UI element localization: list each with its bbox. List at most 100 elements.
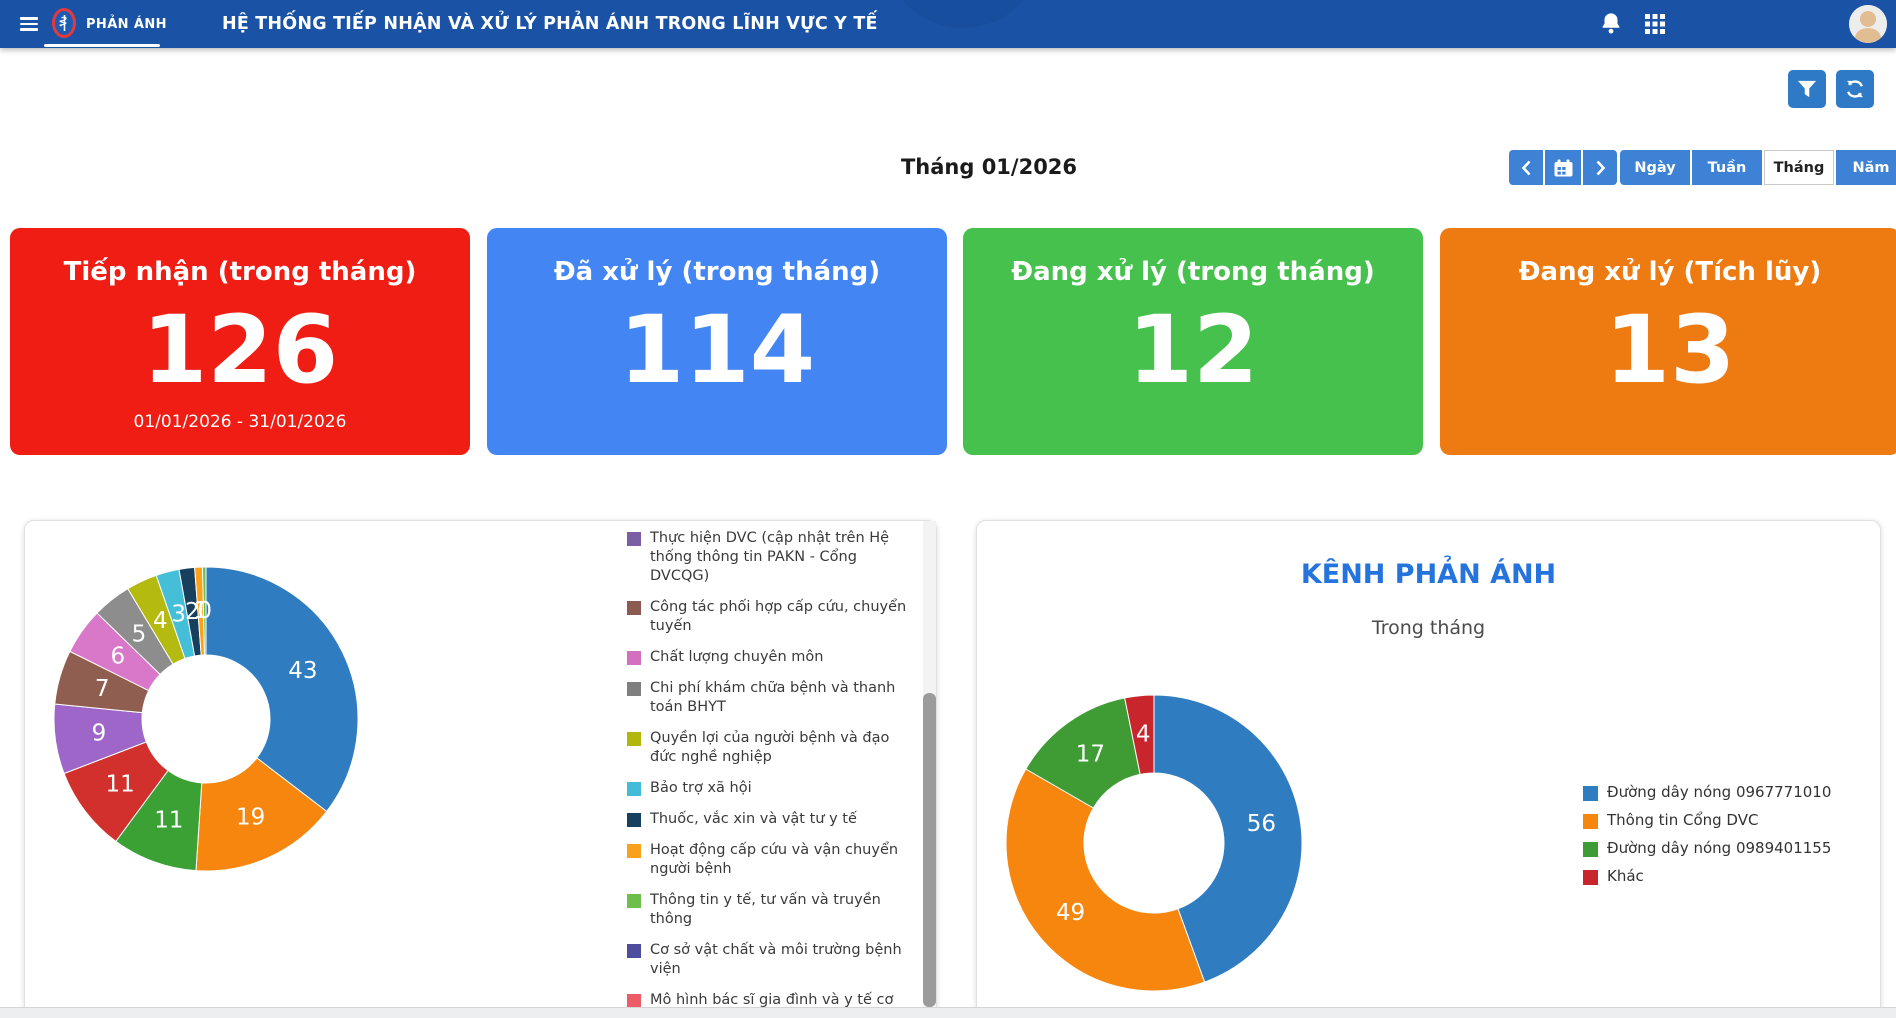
legend-item[interactable]: Đường dây nóng 0989401155 [1583, 839, 1873, 857]
legend-swatch [627, 682, 641, 696]
refresh-button[interactable] [1836, 70, 1874, 108]
slice-label: 49 [1056, 900, 1085, 926]
calendar-button[interactable] [1545, 150, 1581, 185]
stat-card-processing: Đang xử lý (trong tháng) 12 [963, 228, 1423, 455]
navbar-decor-circle [883, 0, 1043, 28]
category-chart-panel: 43191111976543210 Thực hiện DVC (cập nhậ… [24, 520, 937, 1008]
notifications-bell-icon[interactable] [1598, 11, 1624, 37]
stat-title: Tiếp nhận (trong tháng) [10, 257, 470, 287]
view-year-button[interactable]: Năm [1836, 150, 1896, 185]
slice-label: 5 [132, 621, 147, 647]
view-week-button[interactable]: Tuần [1692, 150, 1762, 185]
slice-label: 11 [154, 807, 183, 833]
slice-label: 0 [197, 598, 212, 624]
slice-label: 6 [111, 644, 126, 670]
view-month-button[interactable]: Tháng [1764, 150, 1834, 185]
legend-label: Cơ sở vật chất và môi trường bệnh viện [650, 941, 909, 979]
legend-label: Hoạt động cấp cứu và vận chuyển người bệ… [650, 841, 909, 879]
stat-card-processing-cumulative: Đang xử lý (Tích lũy) 13 [1440, 228, 1896, 455]
legend-swatch [1583, 870, 1598, 885]
horizontal-scrollbar[interactable] [0, 1007, 1896, 1018]
donut-slice[interactable] [1006, 769, 1205, 991]
legend-swatch [627, 813, 641, 827]
legend-swatch [627, 732, 641, 746]
channel-chart-subtitle: Trong tháng [977, 617, 1880, 639]
slice-label: 4 [153, 608, 168, 634]
stat-title: Đã xử lý (trong tháng) [487, 257, 947, 287]
category-donut-chart: 43191111976543210 [46, 559, 366, 879]
stat-title: Đang xử lý (trong tháng) [963, 257, 1423, 287]
slice-label: 43 [288, 658, 317, 684]
legend-item[interactable]: Bảo trợ xã hội [627, 779, 909, 798]
slice-label: 7 [95, 676, 110, 702]
stat-value: 12 [963, 304, 1423, 398]
channel-donut-chart: 5649174 [994, 683, 1314, 1003]
stat-title: Đang xử lý (Tích lũy) [1440, 257, 1896, 287]
legend-swatch [627, 782, 641, 796]
slice-label: 17 [1076, 741, 1105, 767]
apps-grid-icon[interactable] [1644, 13, 1666, 35]
legend-item[interactable]: Chi phí khám chữa bệnh và thanh toán BHY… [627, 679, 909, 717]
legend-label: Công tác phối hợp cấp cứu, chuyển tuyến [650, 598, 909, 636]
funnel-icon [1796, 79, 1818, 99]
channel-legend: Đường dây nóng 0967771010 Thông tin Cổng … [1583, 783, 1873, 895]
legend-swatch [627, 994, 641, 1007]
channel-chart-title: KÊNH PHẢN ÁNH [977, 559, 1880, 590]
donut-slice[interactable] [206, 567, 358, 811]
slice-label: 9 [92, 720, 107, 746]
legend-item[interactable]: Công tác phối hợp cấp cứu, chuyển tuyến [627, 598, 909, 636]
page-title: HỆ THỐNG TIẾP NHẬN VÀ XỬ LÝ PHẢN ÁNH TRO… [222, 14, 878, 34]
stat-card-processed: Đã xử lý (trong tháng) 114 [487, 228, 947, 455]
legend-swatch [627, 651, 641, 665]
legend-swatch [627, 532, 641, 546]
category-legend: Thực hiện DVC (cập nhật trên Hệ thống th… [627, 529, 909, 1007]
legend-swatch [1583, 786, 1598, 801]
caduceus-icon [59, 14, 70, 32]
stat-value: 13 [1440, 304, 1896, 398]
channel-chart-panel: KÊNH PHẢN ÁNH Trong tháng 5649174 Đường … [976, 520, 1881, 1008]
filter-button[interactable] [1788, 70, 1826, 108]
legend-swatch [627, 844, 641, 858]
legend-label: Đường dây nóng 0967771010 [1607, 783, 1831, 801]
legend-label: Chi phí khám chữa bệnh và thanh toán BHY… [650, 679, 909, 717]
legend-swatch [1583, 842, 1598, 857]
legend-item[interactable]: Thông tin y tế, tư vấn và truyền thông [627, 891, 909, 929]
legend-item[interactable]: Đường dây nóng 0967771010 [1583, 783, 1873, 801]
legend-item[interactable]: Khác [1583, 867, 1873, 885]
calendar-icon [1554, 159, 1573, 177]
legend-swatch [627, 601, 641, 615]
stat-value: 126 [10, 304, 470, 398]
next-period-button[interactable] [1583, 150, 1617, 185]
slice-label: 3 [171, 602, 186, 628]
legend-item[interactable]: Thực hiện DVC (cập nhật trên Hệ thống th… [627, 529, 909, 586]
legend-label: Thông tin y tế, tư vấn và truyền thông [650, 891, 909, 929]
legend-item[interactable]: Thông tin Cổng DVC [1583, 811, 1873, 829]
legend-item[interactable]: Hoạt động cấp cứu và vận chuyển người bệ… [627, 841, 909, 879]
legend-item[interactable]: Thuốc, vắc xin và vật tư y tế [627, 810, 909, 829]
stat-subtitle: 01/01/2026 - 31/01/2026 [10, 412, 470, 432]
legend-scrollbar-track[interactable] [923, 521, 936, 1007]
legend-label: Thực hiện DVC (cập nhật trên Hệ thống th… [650, 529, 909, 586]
avatar[interactable] [1849, 5, 1887, 43]
navbar: PHẢN ÁNH HỆ THỐNG TIẾP NHẬN VÀ XỬ LÝ PHẢ… [0, 0, 1896, 48]
prev-period-button[interactable] [1509, 150, 1543, 185]
chevron-right-icon [1595, 160, 1606, 176]
slice-label: 11 [105, 771, 134, 797]
legend-label: Bảo trợ xã hội [650, 779, 752, 798]
legend-swatch [1583, 814, 1598, 829]
legend-item[interactable]: Chất lượng chuyên môn [627, 648, 909, 667]
legend-scrollbar-thumb[interactable] [923, 693, 936, 1007]
legend-item[interactable]: Mô hình bác sĩ gia đình và y tế cơ sở [627, 991, 909, 1007]
refresh-icon [1844, 78, 1866, 100]
legend-label: Thuốc, vắc xin và vật tư y tế [650, 810, 857, 829]
app-logo-icon[interactable] [52, 8, 76, 38]
slice-label: 56 [1247, 811, 1276, 837]
brand-label[interactable]: PHẢN ÁNH [86, 17, 167, 32]
view-day-button[interactable]: Ngày [1620, 150, 1690, 185]
legend-item[interactable]: Cơ sở vật chất và môi trường bệnh viện [627, 941, 909, 979]
legend-item[interactable]: Quyền lợi của người bệnh và đạo đức nghề… [627, 729, 909, 767]
menu-icon[interactable] [20, 17, 38, 31]
legend-label: Chất lượng chuyên môn [650, 648, 823, 667]
period-label: Tháng 01/2026 [901, 155, 1077, 179]
legend-label: Quyền lợi của người bệnh và đạo đức nghề… [650, 729, 909, 767]
